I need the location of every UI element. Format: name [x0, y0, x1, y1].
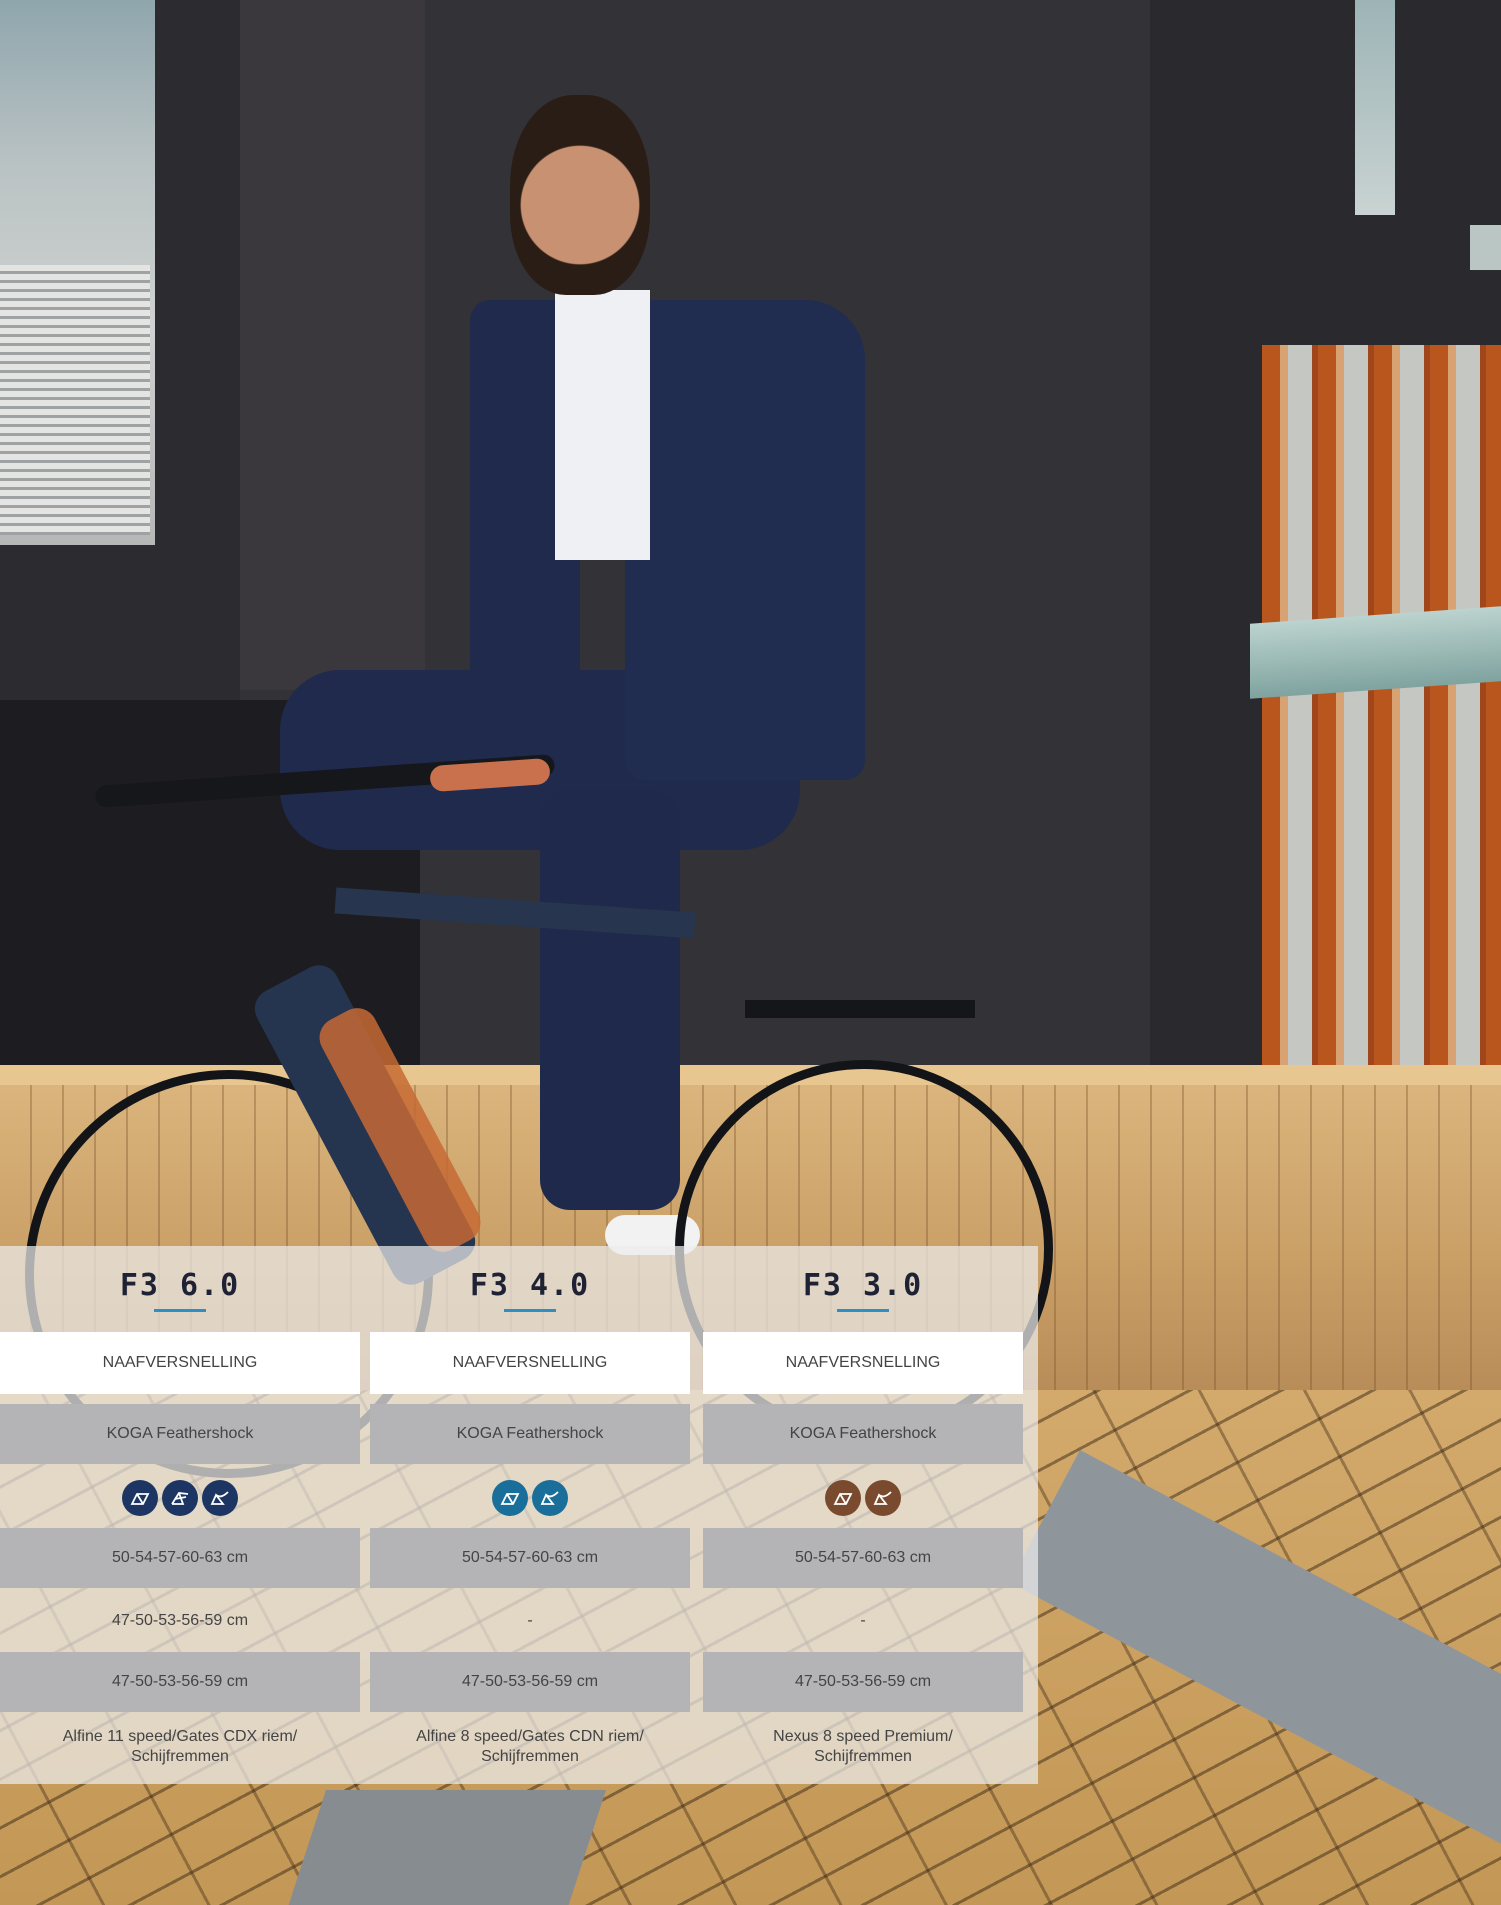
gearing-cell: NAAFVERSNELLING [703, 1332, 1023, 1394]
person-jacket-right [625, 300, 865, 780]
model-title: F3 3.0 [703, 1246, 1023, 1330]
model-name: F3 6.0 [119, 1268, 241, 1303]
frame-icons [492, 1480, 568, 1516]
drivetrain-line-1: Alfine 8 speed/Gates CDN riem/ [416, 1728, 644, 1745]
frame-icons-cell [703, 1472, 1023, 1524]
size-lage-instap-cell: 47-50-53-56-59 cm [0, 1652, 360, 1712]
size-heren-cell: 50-54-57-60-63 cm [0, 1528, 360, 1588]
frame-icons-cell [370, 1472, 690, 1524]
bike-rack [745, 1000, 975, 1018]
suspension-cell: KOGA Feathershock [703, 1404, 1023, 1464]
gearing-cell: NAAFVERSNELLING [0, 1332, 360, 1394]
size-lage-instap-cell: 47-50-53-56-59 cm [370, 1652, 690, 1712]
drivetrain-cell: Alfine 8 speed/Gates CDN riem/ Schijfrem… [370, 1716, 690, 1778]
frame-lage-instap-icon [865, 1480, 901, 1516]
model-title: F3 4.0 [370, 1246, 690, 1330]
size-dames-cell: - [860, 1612, 866, 1629]
title-underline [504, 1309, 556, 1312]
size-heren-cell: 50-54-57-60-63 cm [703, 1528, 1023, 1588]
frame-icons [122, 1480, 238, 1516]
frame-heren-icon [122, 1480, 158, 1516]
drivetrain-line-1: Nexus 8 speed Premium/ [773, 1728, 953, 1745]
model-column-f3-6-0: F3 6.0 NAAFVERSNELLING KOGA Feathershock… [0, 1246, 360, 1765]
window-blinds [0, 265, 150, 535]
title-underline [837, 1309, 889, 1312]
model-column-f3-4-0: F3 4.0 NAAFVERSNELLING KOGA Feathershock… [370, 1246, 690, 1765]
size-dames-cell: - [527, 1612, 533, 1629]
building-window-right-small [1470, 225, 1501, 270]
frame-lage-instap-icon [202, 1480, 238, 1516]
drivetrain-line-2: Schijfremmen [481, 1748, 579, 1765]
person-shin [540, 790, 680, 1210]
model-name: F3 3.0 [802, 1268, 924, 1303]
frame-icons [825, 1480, 901, 1516]
model-title: F3 6.0 [0, 1246, 360, 1330]
size-heren-cell: 50-54-57-60-63 cm [370, 1528, 690, 1588]
drivetrain-line-2: Schijfremmen [814, 1748, 912, 1765]
size-lage-instap-cell: 47-50-53-56-59 cm [703, 1652, 1023, 1712]
spec-table: F3 6.0 NAAFVERSNELLING KOGA Feathershock… [0, 1246, 1038, 1784]
drivetrain-line-2: Schijfremmen [131, 1748, 229, 1765]
gearing-cell: NAAFVERSNELLING [370, 1332, 690, 1394]
title-underline [154, 1309, 206, 1312]
frame-icons-cell [0, 1472, 360, 1524]
model-name: F3 4.0 [469, 1268, 591, 1303]
size-dames-cell: 47-50-53-56-59 cm [111, 1612, 249, 1629]
model-column-f3-3-0: F3 3.0 NAAFVERSNELLING KOGA Feathershock… [703, 1246, 1023, 1765]
person-shirt [555, 290, 650, 560]
drivetrain-cell: Nexus 8 speed Premium/ Schijfremmen [703, 1716, 1023, 1778]
pavement-stripe-lower [274, 1790, 606, 1905]
drivetrain-cell: Alfine 11 speed/Gates CDX riem/ Schijfre… [0, 1716, 360, 1778]
suspension-cell: KOGA Feathershock [370, 1404, 690, 1464]
building-pillar [240, 0, 425, 690]
frame-dames-icon [162, 1480, 198, 1516]
suspension-cell: KOGA Feathershock [0, 1404, 360, 1464]
building-window-right [1355, 0, 1395, 215]
frame-heren-icon [492, 1480, 528, 1516]
person-head [510, 95, 650, 295]
frame-heren-icon [825, 1480, 861, 1516]
wooden-facade [1262, 345, 1501, 1070]
drivetrain-line-1: Alfine 11 speed/Gates CDX riem/ [62, 1728, 298, 1745]
frame-lage-instap-icon [532, 1480, 568, 1516]
